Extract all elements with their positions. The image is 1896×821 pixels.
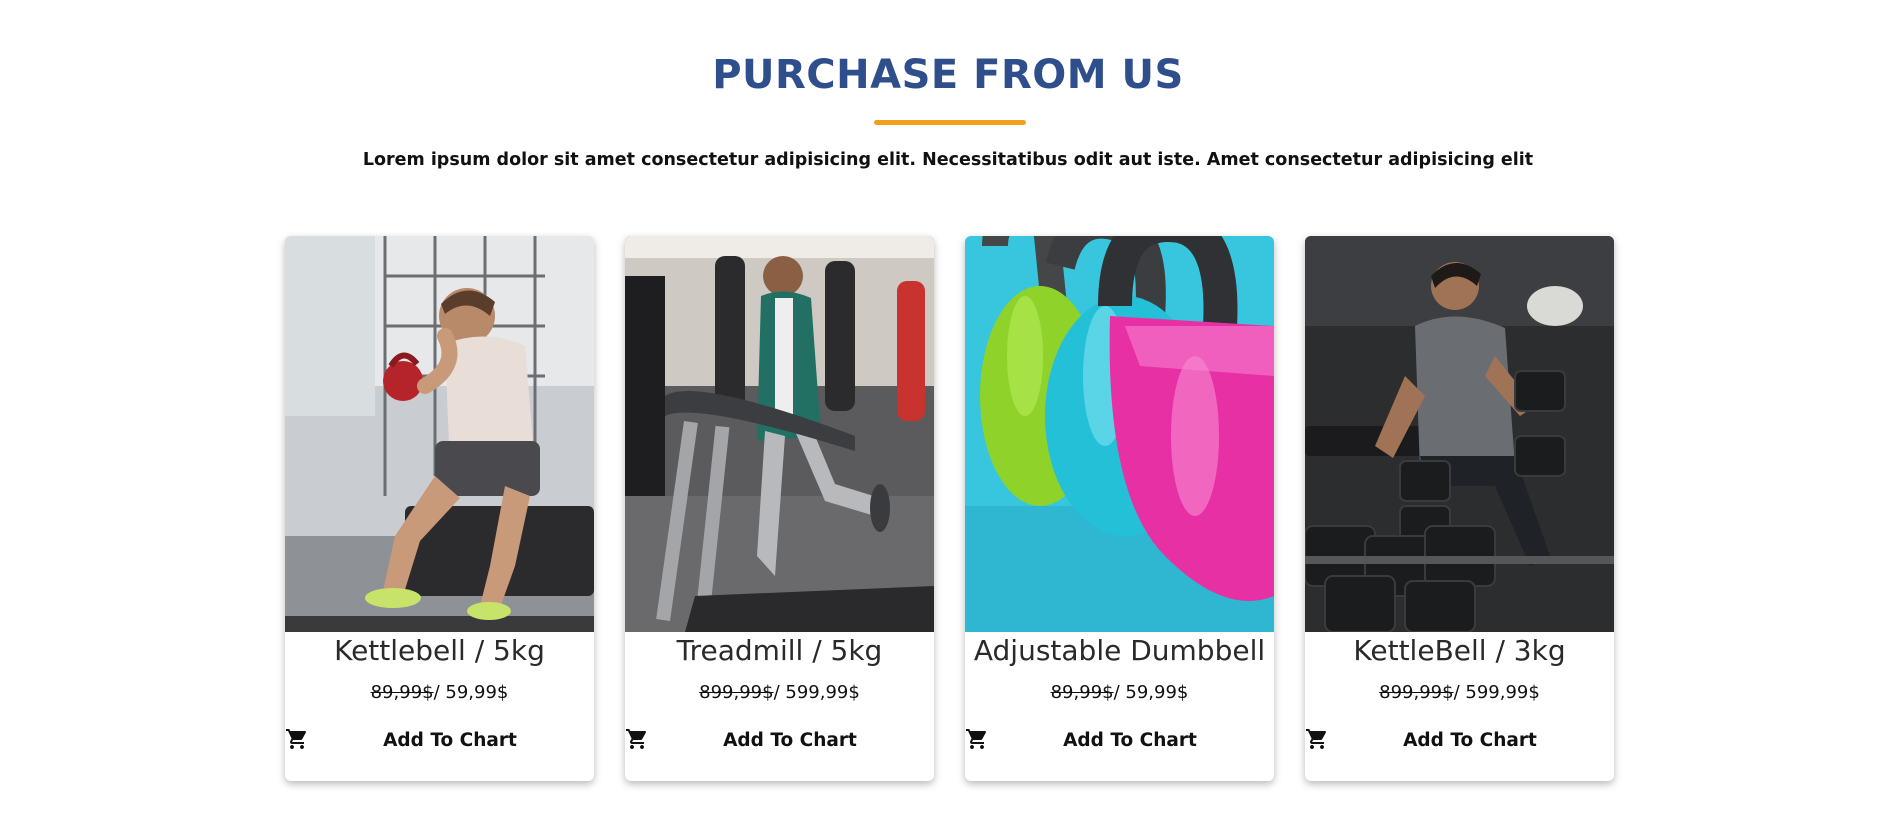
product-card: Kettlebell / 5kg 89,99$/ 59,99$ Add To C… [285, 236, 594, 781]
cart-icon[interactable] [965, 727, 989, 751]
colorful-kettlebells-photo [965, 236, 1274, 632]
current-price: / 59,99$ [1113, 682, 1189, 703]
product-name: Treadmill / 5kg [676, 634, 883, 667]
product-grid: Kettlebell / 5kg 89,99$/ 59,99$ Add To C… [285, 236, 1615, 781]
purchase-section: PURCHASE FROM US Lorem ipsum dolor sit a… [0, 0, 1896, 821]
man-on-treadmill-photo [625, 236, 934, 632]
man-with-dumbbells-photo [1305, 236, 1614, 632]
section-title: PURCHASE FROM US [712, 52, 1184, 98]
product-name: Adjustable Dumbbell [973, 634, 1266, 667]
current-price: / 59,99$ [433, 682, 509, 703]
cart-icon[interactable] [625, 727, 649, 751]
cart-icon[interactable] [285, 727, 309, 751]
product-price: 89,99$/ 59,99$ [285, 682, 594, 703]
section-subtitle: Lorem ipsum dolor sit amet consectetur a… [362, 150, 1534, 170]
add-to-chart-button[interactable]: Add To Chart [1365, 730, 1575, 751]
add-to-chart-button[interactable]: Add To Chart [345, 730, 555, 751]
product-price: 89,99$/ 59,99$ [965, 682, 1274, 703]
title-underline [874, 120, 1026, 125]
cart-icon[interactable] [1305, 727, 1329, 751]
current-price: / 599,99$ [773, 682, 860, 703]
old-price: 89,99$ [370, 682, 434, 703]
old-price: 89,99$ [1050, 682, 1114, 703]
product-card: Treadmill / 5kg 899,99$/ 599,99$ Add To … [625, 236, 934, 781]
product-price: 899,99$/ 599,99$ [625, 682, 934, 703]
product-name: KettleBell / 3kg [1353, 634, 1566, 667]
product-card: KettleBell / 3kg 899,99$/ 599,99$ Add To… [1305, 236, 1614, 781]
product-card: Adjustable Dumbbell 89,99$/ 59,99$ Add T… [965, 236, 1274, 781]
product-price: 899,99$/ 599,99$ [1305, 682, 1614, 703]
add-to-chart-button[interactable]: Add To Chart [685, 730, 895, 751]
current-price: / 599,99$ [1453, 682, 1540, 703]
add-to-chart-button[interactable]: Add To Chart [1025, 730, 1235, 751]
old-price: 899,99$ [1379, 682, 1454, 703]
product-name: Kettlebell / 5kg [334, 634, 545, 667]
man-with-kettlebell-photo [285, 236, 594, 632]
old-price: 899,99$ [699, 682, 774, 703]
